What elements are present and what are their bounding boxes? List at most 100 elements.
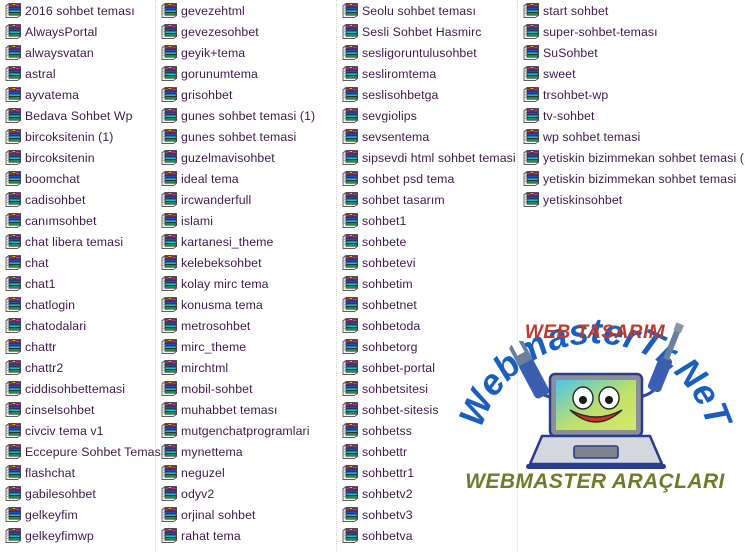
file-item[interactable]: mirchtml	[156, 357, 336, 378]
file-item[interactable]: sohbetorg	[337, 336, 517, 357]
winrar-archive-icon	[161, 506, 178, 523]
file-item[interactable]: mirc_theme	[156, 336, 336, 357]
file-item[interactable]: sohbete	[337, 231, 517, 252]
file-item[interactable]: sohbetv3	[337, 504, 517, 525]
file-item[interactable]: sohbetsitesi	[337, 378, 517, 399]
file-item[interactable]: ayvatema	[0, 84, 155, 105]
file-item[interactable]: sohbetoda	[337, 315, 517, 336]
file-item[interactable]: Eccepure Sohbet Temasi	[0, 441, 164, 462]
file-item[interactable]: gabilesohbet	[0, 483, 155, 504]
winrar-archive-icon	[523, 44, 540, 61]
file-item[interactable]: boomchat	[0, 168, 155, 189]
file-item[interactable]: cadisohbet	[0, 189, 155, 210]
file-item[interactable]: Bedava Sohbet Wp	[0, 105, 155, 126]
file-item[interactable]: yetiskin bizimmekan sohbet temasi	[518, 168, 745, 189]
file-item[interactable]: orjinal sohbet	[156, 504, 336, 525]
file-item[interactable]: ideal tema	[156, 168, 336, 189]
file-item[interactable]: civciv tema v1	[0, 420, 155, 441]
file-item[interactable]: sohbet psd tema	[337, 168, 517, 189]
file-item[interactable]: sohbetv2	[337, 483, 517, 504]
file-item[interactable]: neguzel	[156, 462, 336, 483]
file-item[interactable]: sohbettr1	[337, 462, 517, 483]
file-name-label: gevezesohbet	[181, 24, 259, 39]
file-item[interactable]: chatodalari	[0, 315, 155, 336]
file-item[interactable]: sipsevdi html sohbet temasi	[337, 147, 517, 168]
file-item[interactable]: gunes sohbet temasi (1)	[156, 105, 336, 126]
file-item[interactable]: grisohbet	[156, 84, 336, 105]
file-item[interactable]: sohbet1	[337, 210, 517, 231]
file-name-label: canımsohbet	[25, 213, 97, 228]
file-item[interactable]: gevezesohbet	[156, 21, 336, 42]
file-item[interactable]: wp sohbet temasi	[518, 126, 745, 147]
file-item[interactable]: mutgenchatprogramlari	[156, 420, 336, 441]
file-item[interactable]: bircoksitenin	[0, 147, 155, 168]
file-item[interactable]: mynettema	[156, 441, 336, 462]
file-item[interactable]: gunes sohbet temasi	[156, 126, 336, 147]
file-item[interactable]: yetiskin bizimmekan sohbet temasi (1)	[518, 147, 745, 168]
file-item[interactable]: 2016 sohbet teması	[0, 0, 155, 21]
file-name-label: chat	[25, 255, 49, 270]
file-item[interactable]: AlwaysPortal	[0, 21, 155, 42]
file-item[interactable]: chattr	[0, 336, 155, 357]
file-item[interactable]: gevezehtml	[156, 0, 336, 21]
file-item[interactable]: guzelmavisohbet	[156, 147, 336, 168]
file-item[interactable]: sohbettr	[337, 441, 517, 462]
file-item[interactable]: start sohbet	[518, 0, 745, 21]
file-item[interactable]: muhabbet teması	[156, 399, 336, 420]
file-item[interactable]: Seolu sohbet teması	[337, 0, 517, 21]
file-item[interactable]: yetiskinsohbet	[518, 189, 745, 210]
file-item[interactable]: chattr2	[0, 357, 155, 378]
winrar-archive-icon	[161, 86, 178, 103]
file-item[interactable]: Sesli Sohbet Hasmirc	[337, 21, 517, 42]
file-item[interactable]: konusma tema	[156, 294, 336, 315]
file-item[interactable]: metrosohbet	[156, 315, 336, 336]
file-item[interactable]: sohbetim	[337, 273, 517, 294]
file-item[interactable]: sohbet tasarım	[337, 189, 517, 210]
file-item[interactable]: chat libera temasi	[0, 231, 155, 252]
file-item[interactable]: gelkeyfim	[0, 504, 155, 525]
file-item[interactable]: sohbetevi	[337, 252, 517, 273]
file-item[interactable]: sohbetss	[337, 420, 517, 441]
file-item[interactable]: canımsohbet	[0, 210, 155, 231]
file-item[interactable]: sevsentema	[337, 126, 517, 147]
file-item[interactable]: cinselsohbet	[0, 399, 155, 420]
file-item[interactable]: sohbetnet	[337, 294, 517, 315]
winrar-archive-icon	[161, 380, 178, 397]
file-item[interactable]: flashchat	[0, 462, 155, 483]
file-item[interactable]: sohbetva	[337, 525, 517, 546]
file-name-label: yetiskinsohbet	[543, 192, 623, 207]
file-item[interactable]: ciddisohbettemasi	[0, 378, 155, 399]
file-name-label: sohbetss	[362, 423, 413, 438]
file-item[interactable]: islami	[156, 210, 336, 231]
file-name-label: chatodalari	[25, 318, 87, 333]
file-item[interactable]: ircwanderfull	[156, 189, 336, 210]
file-item[interactable]: sohbet-portal	[337, 357, 517, 378]
file-item[interactable]: kelebeksohbet	[156, 252, 336, 273]
file-item[interactable]: chatlogin	[0, 294, 155, 315]
file-item[interactable]: geyik+tema	[156, 42, 336, 63]
file-item[interactable]: sohbet-sitesis	[337, 399, 517, 420]
file-item[interactable]: sesligoruntulusohbet	[337, 42, 517, 63]
file-item[interactable]: odyv2	[156, 483, 336, 504]
file-item[interactable]: SuSohbet	[518, 42, 745, 63]
file-item[interactable]: rahat tema	[156, 525, 336, 546]
file-item[interactable]: chat1	[0, 273, 155, 294]
file-item[interactable]: sweet	[518, 63, 745, 84]
file-item[interactable]: tv-sohbet	[518, 105, 745, 126]
file-item[interactable]: seslisohbetga	[337, 84, 517, 105]
file-item[interactable]: sevgiolips	[337, 105, 517, 126]
file-item[interactable]: trsohbet-wp	[518, 84, 745, 105]
file-item[interactable]: mobil-sohbet	[156, 378, 336, 399]
file-item[interactable]: kartanesi_theme	[156, 231, 336, 252]
file-item[interactable]: bircoksitenin (1)	[0, 126, 155, 147]
file-item[interactable]: gelkeyfimwp	[0, 525, 155, 546]
winrar-archive-icon	[342, 191, 359, 208]
winrar-archive-icon	[342, 380, 359, 397]
file-item[interactable]: kolay mirc tema	[156, 273, 336, 294]
file-item[interactable]: alwaysvatan	[0, 42, 155, 63]
file-item[interactable]: sesliromtema	[337, 63, 517, 84]
file-item[interactable]: gorunumtema	[156, 63, 336, 84]
file-item[interactable]: chat	[0, 252, 155, 273]
file-item[interactable]: astral	[0, 63, 155, 84]
file-item[interactable]: super-sohbet-teması	[518, 21, 745, 42]
